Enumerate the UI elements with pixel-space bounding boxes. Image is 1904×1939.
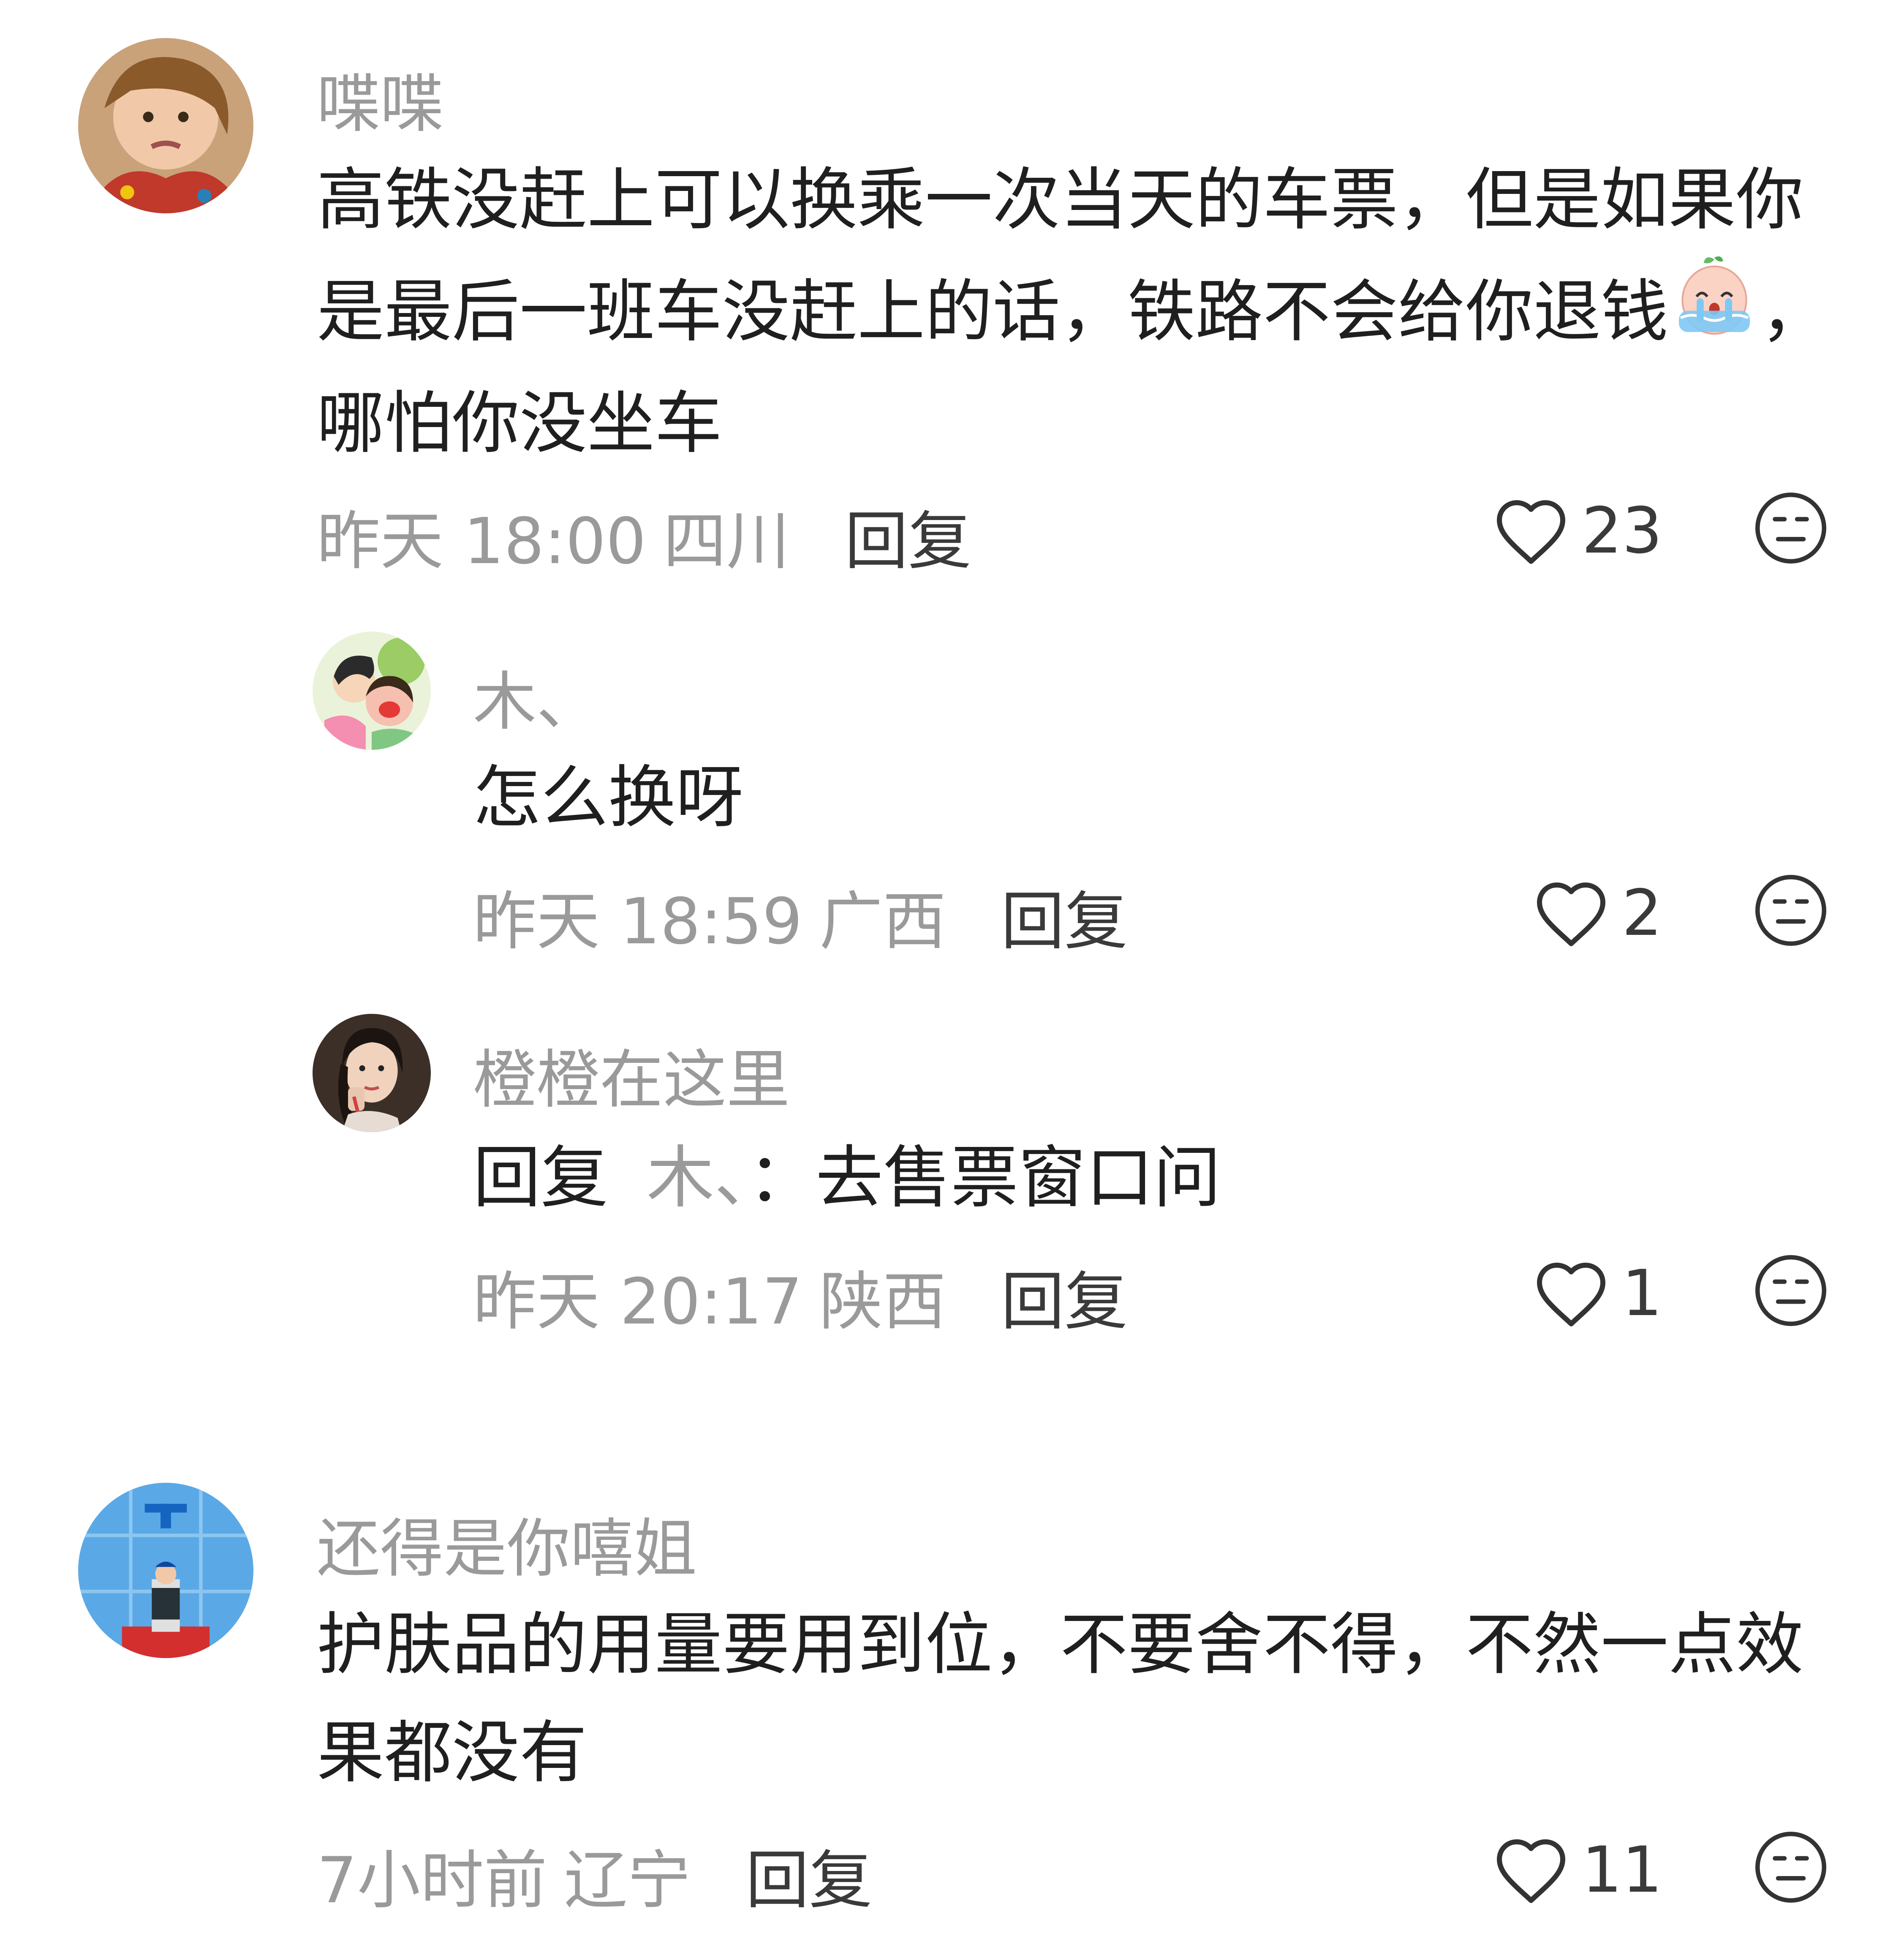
meh-face-icon: [1755, 493, 1826, 564]
dislike-button[interactable]: [1753, 490, 1829, 566]
reply-time: 昨天 18:59: [473, 885, 802, 959]
comment-text-line: 果都没有: [317, 1713, 588, 1792]
comment-item: 还得是你嘻姐 护肤品的用量要用到位，不要舍不得，不然一点效 果都没有 7小时前 …: [0, 1449, 1904, 1939]
reply-username[interactable]: 木、: [473, 651, 600, 742]
reply-button[interactable]: 回复: [1001, 1250, 1128, 1342]
reply-button[interactable]: 回复: [845, 490, 971, 582]
reply-item: 橙橙在这里 回复 木、：去售票窗口问 昨天 20:17 陕西 回复 1: [0, 972, 1904, 1394]
comment-text-segment: 是最后一班车没赶上的话，铁路不会给你退钱: [317, 272, 1669, 351]
comment-username[interactable]: 喋喋: [317, 53, 443, 144]
avatar[interactable]: [313, 632, 431, 750]
dislike-button[interactable]: [1753, 1829, 1829, 1905]
comment-item: 喋喋 高铁没赶上可以换乘一次当天的车票，但是如果你 是最后一班车没赶上的话，铁路…: [0, 0, 1904, 591]
avatar[interactable]: [78, 1483, 253, 1658]
reply-meta: 昨天 18:59 广西 回复: [473, 870, 1128, 962]
comment-text-line: 护肤品的用量要用到位，不要舍不得，不然一点效: [317, 1605, 1804, 1684]
reply-location: 广西: [819, 885, 946, 959]
like-count: 2: [1622, 877, 1662, 950]
reply-text: 回复 木、：去售票窗口问: [473, 1124, 1221, 1232]
reply-prefix: 回复: [473, 1138, 609, 1217]
reply-target-username[interactable]: 木、: [647, 1138, 748, 1217]
avatar-image: [78, 1483, 253, 1658]
comment-text-line: 哪怕你没坐车: [317, 384, 723, 463]
reply-content: ：去售票窗口问: [748, 1138, 1221, 1217]
avatar-image: [313, 1014, 431, 1132]
crying-emoji-icon: [1670, 254, 1759, 369]
reply-location: 陕西: [819, 1265, 946, 1339]
comment-meta: 昨天 18:00 四川 回复: [317, 490, 971, 582]
avatar[interactable]: [78, 38, 253, 213]
reply-button[interactable]: 回复: [1001, 870, 1128, 962]
like-count: 23: [1582, 494, 1662, 568]
like-button[interactable]: 1: [1533, 1257, 1662, 1330]
heart-outline-icon: [1537, 1262, 1605, 1326]
meh-face-icon: [1755, 1255, 1826, 1326]
like-count: 11: [1582, 1833, 1662, 1907]
heart-outline-icon: [1537, 882, 1605, 946]
reply-item: 木、 怎么换呀 昨天 18:59 广西 回复 2: [0, 591, 1904, 972]
avatar[interactable]: [313, 1014, 431, 1132]
reply-meta: 昨天 20:17 陕西 回复: [473, 1250, 1128, 1342]
comment-time: 7小时前: [317, 1844, 547, 1917]
avatar-image: [78, 38, 253, 213]
comment-text: 高铁没赶上可以换乘一次当天的车票，但是如果你 是最后一班车没赶上的话，铁路不会给…: [317, 146, 1837, 477]
comment-time: 昨天 18:00: [317, 505, 646, 578]
comment-text: 护肤品的用量要用到位，不要舍不得，不然一点效 果都没有: [317, 1590, 1837, 1807]
reply-username[interactable]: 橙橙在这里: [473, 1029, 790, 1120]
comment-text-line: 高铁没赶上可以换乘一次当天的车票，但是如果你: [317, 160, 1804, 239]
reply-time: 昨天 20:17: [473, 1265, 802, 1339]
heart-outline-icon: [1497, 500, 1565, 564]
meh-face-icon: [1755, 1832, 1826, 1903]
comment-location: 辽宁: [564, 1844, 691, 1917]
comment-text-segment: ，: [1760, 272, 1828, 351]
reply-text: 怎么换呀: [473, 758, 744, 837]
dislike-button[interactable]: [1753, 1253, 1829, 1329]
dislike-button[interactable]: [1753, 872, 1829, 948]
like-button[interactable]: 23: [1493, 494, 1662, 568]
like-button[interactable]: 11: [1493, 1833, 1662, 1907]
avatar-image: [313, 632, 431, 750]
meh-face-icon: [1755, 875, 1826, 946]
comment-text-line: 是最后一班车没赶上的话，铁路不会给你退钱 ，: [317, 254, 1837, 369]
comment-username[interactable]: 还得是你嘻姐: [317, 1498, 697, 1589]
like-count: 1: [1622, 1257, 1662, 1330]
heart-outline-icon: [1497, 1839, 1565, 1903]
like-button[interactable]: 2: [1533, 877, 1662, 950]
comment-meta: 7小时前 辽宁 回复: [317, 1829, 872, 1921]
reply-button[interactable]: 回复: [745, 1829, 872, 1921]
comment-location: 四川: [663, 505, 790, 578]
